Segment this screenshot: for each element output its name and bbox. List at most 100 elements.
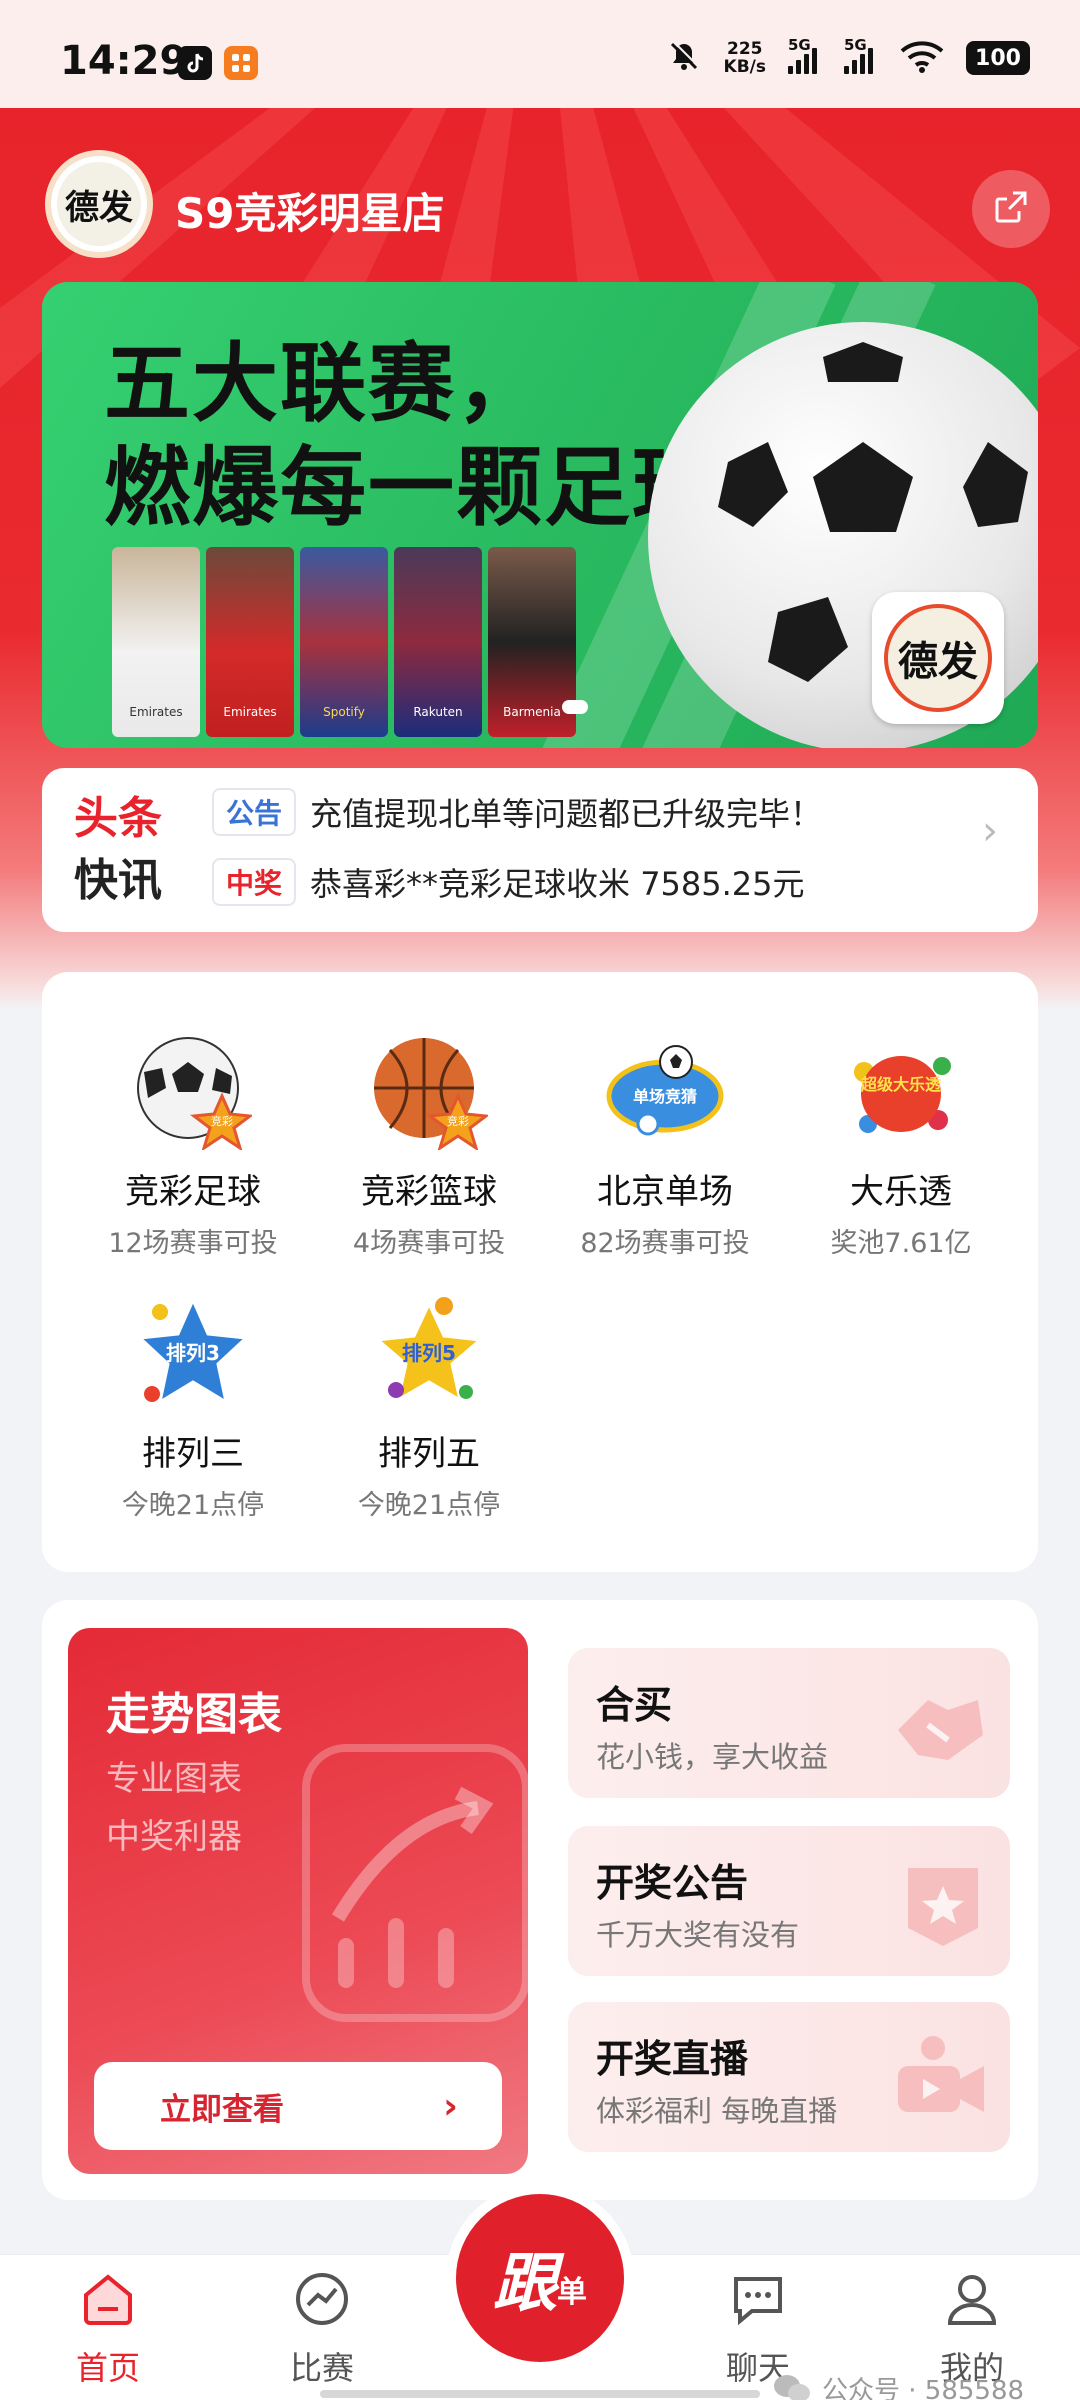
news-text: 充值提现北单等问题都已升级完毕！ <box>310 795 823 833</box>
nav-match[interactable]: 比赛 <box>252 2269 392 2389</box>
lottery-item-pailie5[interactable]: 排列5 排列五 今晚21点停 <box>314 1294 544 1522</box>
lottery-sub: 今晚21点停 <box>357 1490 501 1521</box>
banner-pager-dots <box>562 700 588 714</box>
lottery-name: 大乐透 <box>850 1172 952 1212</box>
svg-text:单场竞猜: 单场竞猜 <box>633 1087 697 1106</box>
battery-indicator: 100 <box>966 41 1030 75</box>
trend-chart-card[interactable]: 走势图表 专业图表 中奖利器 立即查看 › <box>68 1628 528 2174</box>
player-photo: Rakuten <box>394 547 482 737</box>
handshake-icon <box>898 1700 983 1760</box>
store-logo-text: 德发 <box>57 162 141 246</box>
banner-logo-text: 德发 <box>884 604 992 712</box>
share-button[interactable] <box>972 170 1050 248</box>
news-ticker-card[interactable]: 头条 快讯 公告 充值提现北单等问题都已升级完毕！ 中奖 恭喜彩**竞彩足球收米… <box>42 768 1038 932</box>
app-notification-icon <box>224 46 258 80</box>
watermark: 公众号 · 585588 <box>772 2370 1024 2400</box>
store-logo[interactable]: 德发 <box>45 150 153 258</box>
svg-text:竞彩: 竞彩 <box>211 1114 233 1128</box>
lottery-item-daletou[interactable]: 超级大乐透 大乐透 奖池7.61亿 <box>786 1032 1016 1260</box>
svg-text:排列5: 排列5 <box>402 1341 456 1365</box>
signal-5g-1-icon: 5G <box>788 36 822 74</box>
lottery-sub: 奖池7.61亿 <box>830 1228 972 1259</box>
lottery-sub: 4场赛事可投 <box>352 1228 506 1259</box>
lottery-sub: 今晚21点停 <box>121 1490 265 1521</box>
jersey-text: Emirates <box>129 705 183 719</box>
player-photos: Emirates Emirates Spotify Rakuten Barmen… <box>112 547 576 737</box>
group-buy-card[interactable]: 合买 花小钱，享大收益 <box>568 1648 1010 1798</box>
banner-logo: 德发 <box>872 592 1004 724</box>
trend-title: 走势图表 <box>106 1689 282 1740</box>
follow-bet-button[interactable]: 跟 单 <box>446 2184 634 2372</box>
badge-star-icon <box>908 1868 978 1946</box>
news-item-winner[interactable]: 中奖 恭喜彩**竞彩足球收米 7585.25元 <box>212 858 805 906</box>
draw-live-title: 开奖直播 <box>596 2037 749 2081</box>
draw-live-sub: 体彩福利 每晚直播 <box>596 2094 838 2128</box>
news-logo-line1: 头条 <box>74 793 162 844</box>
player-photo: Emirates <box>112 547 200 737</box>
follow-bet-main-label: 跟 <box>493 2246 557 2321</box>
lottery-name: 排列三 <box>142 1434 244 1474</box>
lottery-name: 竞彩篮球 <box>361 1172 497 1212</box>
wechat-icon <box>774 2374 810 2400</box>
group-buy-title: 合买 <box>596 1683 673 1727</box>
watermark-text: 公众号 · 585588 <box>822 2376 1025 2400</box>
draw-announcement-title: 开奖公告 <box>596 1861 749 1905</box>
chevron-right-icon: › <box>443 2085 458 2127</box>
trend-sub-line1: 专业图表 <box>106 1759 242 1799</box>
lottery-item-basketball[interactable]: 竞彩 竞彩篮球 4场赛事可投 <box>314 1032 544 1260</box>
news-logo: 头条 快讯 <box>74 788 162 912</box>
dalet-icon: 超级大乐透 <box>842 1032 960 1150</box>
pailie5-icon: 排列5 <box>370 1294 488 1412</box>
status-right-group: 225 KB/s 5G 5G 100 <box>666 36 1030 78</box>
trend-chart-watermark-icon <box>302 1744 528 2022</box>
tiktok-icon <box>178 46 212 80</box>
view-now-button[interactable]: 立即查看 › <box>94 2062 502 2150</box>
svg-text:超级大乐透: 超级大乐透 <box>860 1075 942 1094</box>
nav-match-label: 比赛 <box>289 2349 354 2387</box>
pailie3-icon: 排列3 <box>134 1294 252 1412</box>
nav-home[interactable]: 首页 <box>38 2269 178 2389</box>
pager-dot-active <box>562 700 588 714</box>
player-photo: Spotify <box>300 547 388 737</box>
jersey-text: Emirates <box>223 705 277 719</box>
feature-card: 走势图表 专业图表 中奖利器 立即查看 › 合买 花小钱，享大收益 开奖公告 千… <box>42 1600 1038 2200</box>
chevron-right-icon[interactable]: › <box>982 808 998 854</box>
mute-icon <box>666 38 702 78</box>
lottery-item-pailie3[interactable]: 排列3 排列三 今晚21点停 <box>78 1294 308 1522</box>
match-chart-icon <box>296 2273 348 2325</box>
news-logo-line2: 快讯 <box>74 855 162 906</box>
net-speed-value: 225 <box>727 39 763 59</box>
svg-text:排列3: 排列3 <box>166 1341 220 1365</box>
lottery-sub: 82场赛事可投 <box>580 1228 750 1259</box>
follow-bet-sub-label: 单 <box>557 2275 587 2310</box>
lottery-name: 北京单场 <box>597 1172 733 1212</box>
draw-announcement-card[interactable]: 开奖公告 千万大奖有没有 <box>568 1826 1010 1976</box>
news-item-announcement[interactable]: 公告 充值提现北单等问题都已升级完毕！ <box>212 788 822 836</box>
lottery-item-football[interactable]: 竞彩 竞彩足球 12场赛事可投 <box>78 1032 308 1260</box>
share-icon <box>991 187 1031 231</box>
jersey-text: Rakuten <box>413 705 463 719</box>
signal-5g-2-icon: 5G <box>844 36 878 74</box>
draw-live-card[interactable]: 开奖直播 体彩福利 每晚直播 <box>568 2002 1010 2152</box>
status-time: 14:29 <box>60 38 188 84</box>
news-tag-winner: 中奖 <box>212 858 297 906</box>
net-speed: 225 KB/s <box>724 40 766 76</box>
store-name: S9竞彩明星店 <box>175 189 445 238</box>
chat-icon <box>734 2277 782 2326</box>
home-indicator <box>320 2390 760 2398</box>
promo-banner[interactable]: 五大联赛， 燃爆每一颗足球心！ Emirates Emirates Spotif… <box>42 282 1038 748</box>
lottery-name: 排列五 <box>378 1434 480 1474</box>
draw-announcement-sub: 千万大奖有没有 <box>596 1918 800 1952</box>
trend-subtitle: 专业图表 中奖利器 <box>106 1750 242 1866</box>
nav-home-label: 首页 <box>75 2349 140 2387</box>
beijing-single-icon: 单场竞猜 <box>606 1032 724 1150</box>
lottery-sub: 12场赛事可投 <box>108 1228 278 1259</box>
video-camera-icon <box>898 2036 984 2112</box>
soccer-ball-icon: 竞彩 <box>134 1032 254 1152</box>
view-now-label: 立即查看 <box>160 2091 284 2128</box>
net-speed-unit: KB/s <box>723 57 766 77</box>
basketball-icon: 竞彩 <box>370 1032 490 1152</box>
lottery-name: 竞彩足球 <box>125 1172 261 1212</box>
lottery-item-beijing[interactable]: 单场竞猜 北京单场 82场赛事可投 <box>550 1032 780 1260</box>
lottery-grid-card: 竞彩 竞彩足球 12场赛事可投 竞彩 竞彩篮球 4场赛事可投 单场竞猜 北京单场… <box>42 972 1038 1572</box>
